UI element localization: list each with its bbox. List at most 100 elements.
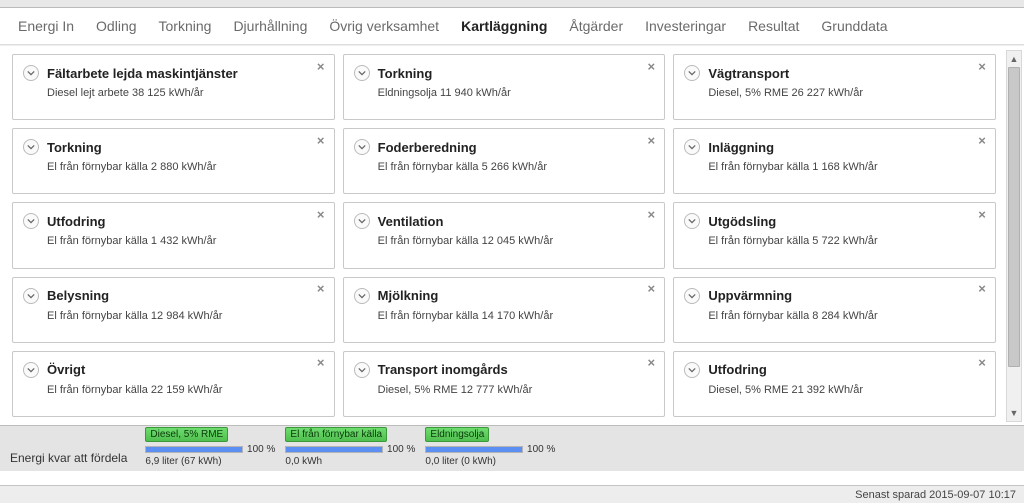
gauge-bar — [145, 446, 243, 453]
scroll-up-arrow[interactable]: ▲ — [1007, 51, 1021, 67]
tab-resultat[interactable]: Resultat — [748, 18, 799, 34]
card-subtitle: Diesel, 5% RME 12 777 kWh/år — [378, 384, 653, 396]
window-top-strip — [0, 0, 1024, 8]
close-icon[interactable]: × — [644, 356, 658, 370]
gauge-sub: 6,9 liter (67 kWh) — [145, 456, 275, 467]
expand-button[interactable] — [684, 65, 700, 81]
close-icon[interactable]: × — [644, 282, 658, 296]
expand-button[interactable] — [684, 362, 700, 378]
card-title: Utfodring — [708, 362, 766, 377]
expand-button[interactable] — [354, 288, 370, 304]
card-subtitle: El från förnybar källa 2 880 kWh/år — [47, 161, 322, 173]
card-title: Belysning — [47, 288, 109, 303]
gauge-name: Eldningsolja — [425, 427, 489, 442]
card: × Torkning El från förnybar källa 2 880 kW… — [12, 128, 335, 194]
tab-åtgärder[interactable]: Åtgärder — [569, 18, 623, 34]
card: × Belysning El från förnybar källa 12 984 … — [12, 277, 335, 343]
close-icon[interactable]: × — [975, 207, 989, 221]
gauge-name: Diesel, 5% RME — [145, 427, 228, 442]
card-subtitle: El från förnybar källa 5 266 kWh/år — [378, 161, 653, 173]
card-subtitle: Diesel, 5% RME 26 227 kWh/år — [708, 87, 983, 99]
card-subtitle: El från förnybar källa 12 984 kWh/år — [47, 310, 322, 322]
close-icon[interactable]: × — [644, 59, 658, 73]
tab-odling[interactable]: Odling — [96, 18, 136, 34]
card: ×ÖvrigtEl från förnybar källa 22 159 kWh… — [12, 351, 335, 417]
card-subtitle: El från förnybar källa 1 432 kWh/år — [47, 235, 322, 247]
tab-kartläggning[interactable]: Kartläggning — [461, 18, 547, 34]
expand-button[interactable] — [684, 139, 700, 155]
expand-button[interactable] — [354, 65, 370, 81]
card-title: Vägtransport — [708, 66, 789, 81]
close-icon[interactable]: × — [644, 207, 658, 221]
close-icon[interactable]: × — [314, 207, 328, 221]
card-subtitle: Diesel lejt arbete 38 125 kWh/år — [47, 87, 322, 99]
card-title: Torkning — [47, 140, 102, 155]
card: ×MjölkningEl från förnybar källa 14 170 … — [343, 277, 666, 343]
card: ×InläggningEl från förnybar källa 1 168 … — [673, 128, 996, 194]
card: × Utfodring Diesel, 5% RME 21 392 kWh/år — [673, 351, 996, 417]
status-bar: Senast sparad 2015-09-07 10:17 — [0, 485, 1024, 503]
tab-energi-in[interactable]: Energi In — [18, 18, 74, 34]
vertical-scrollbar[interactable]: ▲ ▼ — [1006, 50, 1022, 422]
card: × Fältarbete lejda maskintjänster Diesel l… — [12, 54, 335, 120]
close-icon[interactable]: × — [644, 133, 658, 147]
expand-button[interactable] — [354, 362, 370, 378]
close-icon[interactable]: × — [975, 356, 989, 370]
card: ×VentilationEl från förnybar källa 12 04… — [343, 202, 666, 268]
close-icon[interactable]: × — [314, 356, 328, 370]
gauge-percent: 100 % — [387, 444, 415, 455]
card-title: Fältarbete lejda maskintjänster — [47, 66, 238, 81]
card: × Foderberedning El från förnybar källa 5 … — [343, 128, 666, 194]
close-icon[interactable]: × — [975, 282, 989, 296]
gauge-percent: 100 % — [247, 444, 275, 455]
expand-button[interactable] — [23, 139, 39, 155]
expand-button[interactable] — [354, 213, 370, 229]
card-title: Torkning — [378, 66, 433, 81]
expand-button[interactable] — [684, 213, 700, 229]
expand-button[interactable] — [354, 139, 370, 155]
tab-övrig-verksamhet[interactable]: Övrig verksamhet — [329, 18, 439, 34]
chevron-down-icon — [358, 214, 366, 228]
card-title: Övrigt — [47, 362, 85, 377]
card-title: Foderberedning — [378, 140, 477, 155]
footer-label: Energi kvar att fördela — [10, 451, 127, 467]
close-icon[interactable]: × — [975, 59, 989, 73]
expand-button[interactable] — [23, 65, 39, 81]
chevron-down-icon — [27, 140, 35, 154]
chevron-down-icon — [688, 214, 696, 228]
card-subtitle: El från förnybar källa 8 284 kWh/år — [708, 310, 983, 322]
expand-button[interactable] — [23, 288, 39, 304]
tab-investeringar[interactable]: Investeringar — [645, 18, 726, 34]
close-icon[interactable]: × — [314, 59, 328, 73]
gauge-bar — [285, 446, 383, 453]
tab-torkning[interactable]: Torkning — [159, 18, 212, 34]
close-icon[interactable]: × — [975, 133, 989, 147]
gauges-row: Diesel, 5% RME100 %6,9 liter (67 kWh)El … — [145, 427, 555, 467]
expand-button[interactable] — [23, 213, 39, 229]
tab-grunddata[interactable]: Grunddata — [821, 18, 887, 34]
chevron-down-icon — [27, 66, 35, 80]
card-subtitle: Eldningsolja 11 940 kWh/år — [378, 87, 653, 99]
card-title: Uppvärmning — [708, 288, 792, 303]
card-title: Utgödsling — [708, 214, 776, 229]
chevron-down-icon — [358, 289, 366, 303]
close-icon[interactable]: × — [314, 282, 328, 296]
card: × Vägtransport Diesel, 5% RME 26 227 kWh/å… — [673, 54, 996, 120]
expand-button[interactable] — [684, 288, 700, 304]
scroll-down-arrow[interactable]: ▼ — [1007, 405, 1021, 421]
chevron-down-icon — [27, 214, 35, 228]
gauge: Eldningsolja100 %0,0 liter (0 kWh) — [425, 427, 555, 467]
card: ×UtfodringEl från förnybar källa 1 432 k… — [12, 202, 335, 268]
content-area: × Fältarbete lejda maskintjänster Diesel l… — [0, 45, 1024, 425]
tab-djurhållning[interactable]: Djurhållning — [233, 18, 307, 34]
card-subtitle: Diesel, 5% RME 21 392 kWh/år — [708, 384, 983, 396]
cards-grid: × Fältarbete lejda maskintjänster Diesel l… — [0, 46, 1024, 425]
gauge-sub: 0,0 kWh — [285, 456, 415, 467]
expand-button[interactable] — [23, 362, 39, 378]
gauge-sub: 0,0 liter (0 kWh) — [425, 456, 555, 467]
card-subtitle: El från förnybar källa 1 168 kWh/år — [708, 161, 983, 173]
chevron-down-icon — [358, 66, 366, 80]
close-icon[interactable]: × — [314, 133, 328, 147]
scroll-thumb[interactable] — [1008, 67, 1020, 367]
chevron-down-icon — [688, 140, 696, 154]
